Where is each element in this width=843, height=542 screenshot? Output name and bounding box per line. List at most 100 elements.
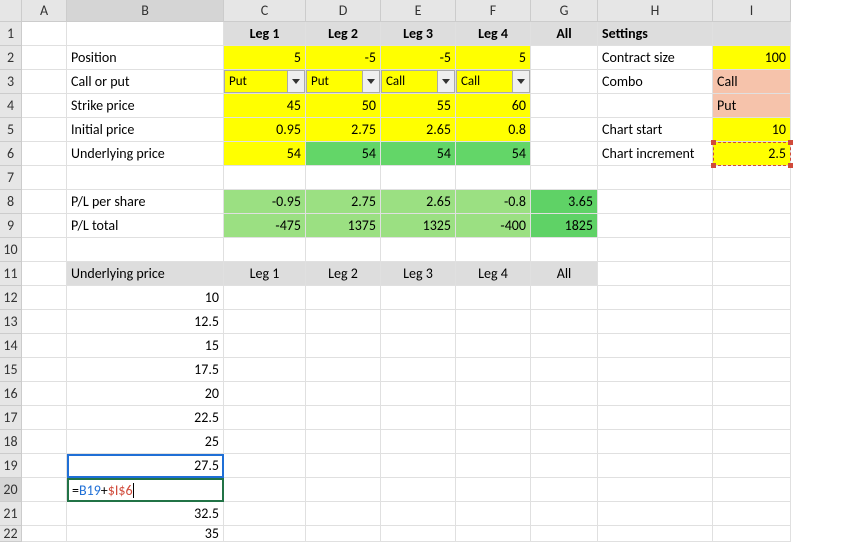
cell-D4[interactable]: 50 [306, 94, 381, 118]
cell-D21[interactable] [306, 502, 381, 526]
cell-G2[interactable] [531, 46, 598, 70]
cell-G11[interactable]: All [531, 262, 598, 286]
cell-I9[interactable] [713, 214, 791, 238]
cell-G13[interactable] [531, 310, 598, 334]
cell-A11[interactable] [22, 262, 67, 286]
cell-H16[interactable] [598, 382, 713, 406]
cell-G6[interactable] [531, 142, 598, 166]
select-all-corner[interactable] [0, 0, 22, 22]
cell-H20[interactable] [598, 478, 713, 502]
cell-D15[interactable] [306, 358, 381, 382]
cell-E12[interactable] [381, 286, 456, 310]
cell-H8[interactable] [598, 190, 713, 214]
cell-E2[interactable]: -5 [381, 46, 456, 70]
dropdown-arrow-icon[interactable] [362, 71, 379, 92]
cell-G15[interactable] [531, 358, 598, 382]
cell-B18[interactable]: 25 [67, 430, 224, 454]
dropdown-arrow-icon[interactable] [512, 71, 529, 92]
cell-F8[interactable]: -0.8 [456, 190, 531, 214]
cell-I20[interactable] [713, 478, 791, 502]
cell-B2[interactable]: Position [67, 46, 224, 70]
cell-F11[interactable]: Leg 4 [456, 262, 531, 286]
cell-D17[interactable] [306, 406, 381, 430]
cell-A20[interactable] [22, 478, 67, 502]
cell-D20[interactable] [306, 478, 381, 502]
row-header-17[interactable]: 17 [0, 406, 22, 430]
col-header-I[interactable]: I [713, 0, 791, 22]
cell-A6[interactable] [22, 142, 67, 166]
cell-B22[interactable]: 35 [67, 526, 224, 542]
cell-H10[interactable] [598, 238, 713, 262]
cell-C19[interactable] [224, 454, 306, 478]
cell-I5[interactable]: 10 [713, 118, 791, 142]
cell-G10[interactable] [531, 238, 598, 262]
cell-C12[interactable] [224, 286, 306, 310]
cell-C1[interactable]: Leg 1 [224, 22, 306, 46]
cell-B3[interactable]: Call or put [67, 70, 224, 94]
cell-C13[interactable] [224, 310, 306, 334]
cell-D16[interactable] [306, 382, 381, 406]
cell-F20[interactable] [456, 478, 531, 502]
cell-H4[interactable] [598, 94, 713, 118]
cell-I19[interactable] [713, 454, 791, 478]
active-cell-B20[interactable]: =B19+$I$6 [67, 478, 224, 502]
cell-G12[interactable] [531, 286, 598, 310]
cell-C8[interactable]: -0.95 [224, 190, 306, 214]
cell-I8[interactable] [713, 190, 791, 214]
cell-H1[interactable]: Settings [598, 22, 713, 46]
cell-F21[interactable] [456, 502, 531, 526]
spreadsheet-grid[interactable]: A B C D E F G H I 1 Leg 1 Leg 2 Leg 3 Le… [0, 0, 843, 542]
row-header-3[interactable]: 3 [0, 70, 22, 94]
cell-D6[interactable]: 54 [306, 142, 381, 166]
cell-E10[interactable] [381, 238, 456, 262]
cell-G8[interactable]: 3.65 [531, 190, 598, 214]
cell-D3-dropdown[interactable]: Put [306, 70, 381, 94]
cell-I4[interactable]: Put [713, 94, 791, 118]
cell-H18[interactable] [598, 430, 713, 454]
cell-E13[interactable] [381, 310, 456, 334]
cell-G3[interactable] [531, 70, 598, 94]
cell-B6[interactable]: Underlying price [67, 142, 224, 166]
cell-A15[interactable] [22, 358, 67, 382]
cell-I12[interactable] [713, 286, 791, 310]
cell-D9[interactable]: 1375 [306, 214, 381, 238]
cell-F19[interactable] [456, 454, 531, 478]
cell-G14[interactable] [531, 334, 598, 358]
cell-E18[interactable] [381, 430, 456, 454]
dropdown-arrow-icon[interactable] [437, 71, 454, 92]
row-header-10[interactable]: 10 [0, 238, 22, 262]
cell-E14[interactable] [381, 334, 456, 358]
cell-I14[interactable] [713, 334, 791, 358]
cell-E1[interactable]: Leg 3 [381, 22, 456, 46]
cell-I1[interactable] [713, 22, 791, 46]
cell-E17[interactable] [381, 406, 456, 430]
cell-F6[interactable]: 54 [456, 142, 531, 166]
cell-B11[interactable]: Underlying price [67, 262, 224, 286]
cell-F17[interactable] [456, 406, 531, 430]
cell-H5[interactable]: Chart start [598, 118, 713, 142]
cell-A18[interactable] [22, 430, 67, 454]
row-header-16[interactable]: 16 [0, 382, 22, 406]
cell-H21[interactable] [598, 502, 713, 526]
cell-A9[interactable] [22, 214, 67, 238]
cell-A16[interactable] [22, 382, 67, 406]
row-header-6[interactable]: 6 [0, 142, 22, 166]
cell-C21[interactable] [224, 502, 306, 526]
cell-E3-dropdown[interactable]: Call [381, 70, 456, 94]
cell-E8[interactable]: 2.65 [381, 190, 456, 214]
cell-H13[interactable] [598, 310, 713, 334]
row-header-7[interactable]: 7 [0, 166, 22, 190]
cell-B4[interactable]: Strike price [67, 94, 224, 118]
cell-F2[interactable]: 5 [456, 46, 531, 70]
col-header-A[interactable]: A [22, 0, 67, 22]
cell-F16[interactable] [456, 382, 531, 406]
row-header-9[interactable]: 9 [0, 214, 22, 238]
cell-A21[interactable] [22, 502, 67, 526]
cell-I13[interactable] [713, 310, 791, 334]
cell-G22[interactable] [531, 526, 598, 542]
cell-H15[interactable] [598, 358, 713, 382]
cell-F4[interactable]: 60 [456, 94, 531, 118]
cell-B17[interactable]: 22.5 [67, 406, 224, 430]
cell-C5[interactable]: 0.95 [224, 118, 306, 142]
cell-D18[interactable] [306, 430, 381, 454]
